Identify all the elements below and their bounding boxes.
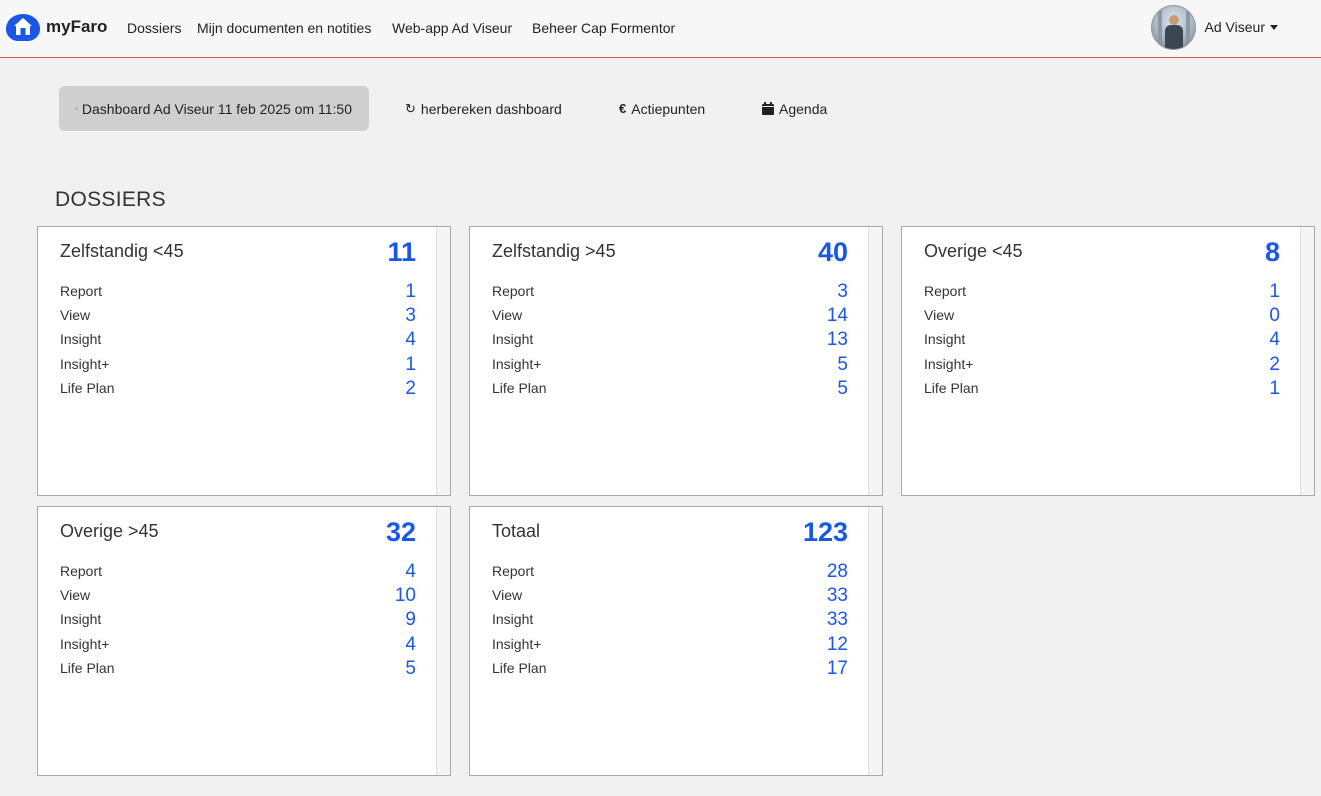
row-label-insight: Insight — [60, 331, 102, 347]
section-title: DOSSIERS — [55, 188, 166, 211]
actions-label: Actiepunten — [631, 100, 706, 117]
calendar-icon — [762, 102, 774, 115]
card-zelfstandig-gt45[interactable]: Zelfstandig >45 40 Report 3 View 14 Insi… — [469, 226, 883, 496]
avatar — [1150, 4, 1196, 50]
row-label-report: Report — [924, 283, 967, 299]
row-value-report: 3 — [837, 281, 848, 302]
row-value-report: 1 — [405, 281, 416, 302]
row-label-view: View — [492, 307, 523, 323]
row-value-insight: 9 — [405, 609, 416, 630]
card-title: Zelfstandig >45 — [492, 241, 616, 261]
user-menu[interactable]: Ad Viseur — [1150, 4, 1278, 50]
row-label-insight: Insight — [492, 331, 534, 347]
brand-name: myFaro — [46, 17, 108, 36]
row-value-insight-plus: 4 — [405, 634, 416, 655]
row-label-insight-plus: Insight+ — [60, 636, 110, 652]
recalculate-button[interactable]: ↻ herbereken dashboard — [405, 86, 562, 131]
row-value-report: 28 — [826, 561, 848, 582]
myfaro-logo-icon — [6, 14, 40, 41]
user-name: Ad Viseur — [1204, 19, 1265, 35]
row-label-insight-plus: Insight+ — [492, 636, 542, 652]
card-total: 32 — [385, 517, 416, 547]
row-value-view: 14 — [826, 305, 848, 326]
dashboard-button-label: Dashboard Ad Viseur 11 feb 2025 om 11:50 — [81, 100, 352, 117]
row-label-insight: Insight — [924, 331, 966, 347]
card-title: Totaal — [492, 521, 541, 541]
row-value-insight-plus: 1 — [405, 354, 416, 375]
row-value-view: 10 — [394, 585, 416, 606]
row-value-life-plan: 5 — [405, 658, 416, 679]
row-label-insight-plus: Insight+ — [492, 356, 542, 372]
row-label-report: Report — [60, 283, 103, 299]
row-value-life-plan: 5 — [837, 378, 848, 399]
nav-webapp[interactable]: Web-app Ad Viseur — [392, 20, 512, 36]
top-navbar: myFaro Dossiers Mijn documenten en notit… — [0, 0, 1321, 58]
card-title: Overige >45 — [60, 521, 159, 541]
caret-down-icon — [1270, 24, 1278, 30]
row-label-life-plan: Life Plan — [60, 380, 115, 396]
row-label-report: Report — [492, 283, 535, 299]
row-label-report: Report — [60, 563, 103, 579]
row-label-report: Report — [492, 563, 535, 579]
row-label-life-plan: Life Plan — [492, 380, 547, 396]
row-value-life-plan: 2 — [405, 378, 416, 399]
agenda-button[interactable]: Agenda — [762, 86, 827, 131]
card-overige-lt45[interactable]: Overige <45 8 Report 1 View 0 Insight 4 … — [901, 226, 1315, 496]
row-value-insight-plus: 2 — [1269, 354, 1280, 375]
nav-beheer[interactable]: Beheer Cap Formentor — [532, 20, 675, 36]
euro-icon: € — [619, 101, 627, 116]
card-title: Overige <45 — [924, 241, 1023, 261]
card-scrollbar — [436, 507, 450, 775]
row-label-insight-plus: Insight+ — [60, 356, 110, 372]
row-label-view: View — [924, 307, 955, 323]
row-label-life-plan: Life Plan — [60, 660, 115, 676]
row-value-life-plan: 1 — [1269, 378, 1280, 399]
row-value-report: 1 — [1269, 281, 1280, 302]
row-value-insight: 33 — [826, 609, 848, 630]
row-value-view: 0 — [1269, 305, 1280, 326]
card-scrollbar — [868, 227, 882, 495]
row-value-insight-plus: 5 — [837, 354, 848, 375]
card-total: 8 — [1264, 237, 1280, 267]
recalculate-label: herbereken dashboard — [420, 100, 562, 117]
card-total: 11 — [387, 237, 416, 267]
actions-button[interactable]: € Actiepunten — [619, 86, 705, 131]
row-label-view: View — [492, 587, 523, 603]
card-totaal[interactable]: Totaal 123 Report 28 View 33 Insight 33 … — [469, 506, 883, 776]
card-title: Zelfstandig <45 — [60, 241, 184, 261]
nav-dossiers[interactable]: Dossiers — [127, 20, 181, 36]
brand[interactable]: myFaro — [4, 10, 107, 44]
nav-documents-notes[interactable]: Mijn documenten en notities — [197, 20, 371, 36]
row-value-insight: 4 — [1269, 329, 1280, 350]
row-label-life-plan: Life Plan — [492, 660, 547, 676]
refresh-icon: ↻ — [405, 100, 416, 116]
row-value-view: 33 — [826, 585, 848, 606]
row-label-view: View — [60, 307, 91, 323]
row-value-view: 3 — [405, 305, 416, 326]
row-value-report: 4 — [405, 561, 416, 582]
row-value-life-plan: 17 — [826, 658, 848, 679]
row-value-insight: 4 — [405, 329, 416, 350]
card-scrollbar — [1300, 227, 1314, 495]
card-overige-gt45[interactable]: Overige >45 32 Report 4 View 10 Insight … — [37, 506, 451, 776]
row-label-insight: Insight — [492, 611, 534, 627]
card-zelfstandig-lt45[interactable]: Zelfstandig <45 11 Report 1 View 3 Insig… — [37, 226, 451, 496]
clipboard-icon — [76, 107, 77, 110]
agenda-label: Agenda — [779, 100, 828, 117]
row-value-insight: 13 — [826, 329, 848, 350]
card-scrollbar — [868, 507, 882, 775]
card-total: 40 — [817, 237, 848, 267]
dashboard-button[interactable]: Dashboard Ad Viseur 11 feb 2025 om 11:50 — [59, 86, 369, 131]
card-scrollbar — [436, 227, 450, 495]
card-total: 123 — [802, 517, 848, 547]
row-label-insight: Insight — [60, 611, 102, 627]
row-value-insight-plus: 12 — [826, 634, 848, 655]
row-label-view: View — [60, 587, 91, 603]
row-label-life-plan: Life Plan — [924, 380, 979, 396]
row-label-insight-plus: Insight+ — [924, 356, 974, 372]
